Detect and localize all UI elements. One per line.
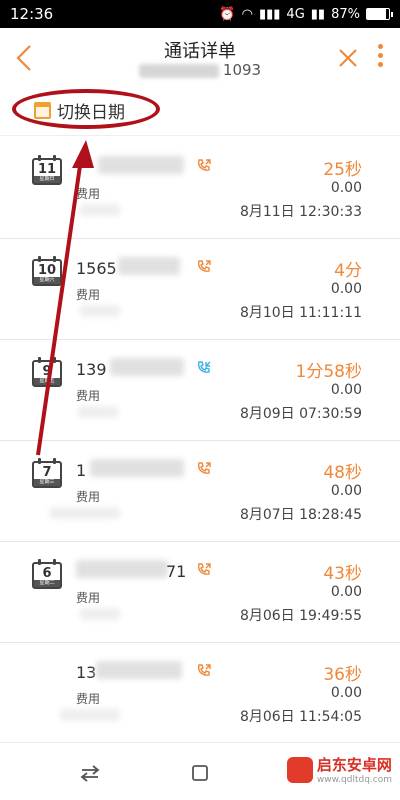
close-button[interactable] (336, 46, 360, 70)
call-number: 71 (166, 562, 187, 581)
call-time: 8月09日 07:30:59 (239, 406, 362, 422)
blurred-number (118, 257, 180, 275)
call-number: 1565 (76, 259, 117, 278)
blurred-number (98, 156, 184, 174)
watermark-url: www.qdltdq.com (316, 775, 392, 785)
call-row[interactable]: 9 星期五 139 费用 1分58秒 0.00 8月09日 07:30:59 (0, 340, 400, 441)
phone-outgoing-icon (197, 462, 211, 474)
call-duration: 4分 (334, 261, 362, 281)
blurred-location (50, 507, 120, 519)
call-row[interactable]: 7 星期三 1 费用 48秒 0.00 8月07日 18:28:45 (0, 441, 400, 542)
call-weekday: 星期日 (34, 176, 60, 183)
status-time: 12:36 (10, 5, 54, 23)
call-list: 11 星期日 费用 25秒 0.00 8月11日 12:30:33 10 星期六 1… (0, 138, 400, 744)
call-cost: 0.00 (330, 281, 362, 297)
battery-percent: 87% (331, 6, 360, 22)
phone-outgoing-icon (197, 260, 211, 272)
phone-outgoing-icon (197, 159, 211, 171)
call-number: 1 (76, 461, 87, 480)
blurred-number (90, 459, 184, 477)
watermark-title: 启东安卓网 (316, 756, 392, 774)
call-row[interactable]: 11 星期日 费用 25秒 0.00 8月11日 12:30:33 (0, 138, 400, 239)
calendar-icon: 11 星期日 (32, 155, 62, 185)
call-cost: 0.00 (330, 180, 362, 196)
alarm-icon: ⏰ (219, 6, 236, 22)
network-type: 4G (286, 6, 305, 22)
blurred-location (78, 406, 118, 418)
calendar-icon: 10 星期六 (32, 256, 62, 286)
call-time: 8月11日 12:30:33 (239, 204, 362, 220)
call-row[interactable]: 6 星期二 71 费用 43秒 0.00 8月06日 19:49:55 (0, 542, 400, 643)
calendar-icon: 7 星期三 (32, 458, 62, 488)
call-duration: 1分58秒 (295, 362, 362, 382)
call-time: 8月06日 11:54:05 (239, 709, 362, 725)
watermark-logo (286, 756, 313, 783)
blurred-location (80, 305, 120, 317)
fee-label: 费用 (76, 288, 101, 302)
blurred-phone-number (138, 63, 219, 78)
call-cost: 0.00 (330, 584, 362, 600)
call-time: 8月06日 19:49:55 (239, 608, 362, 624)
blurred-number (110, 358, 184, 376)
watermark: 启东安卓网 www.qdltdq.com (286, 754, 392, 785)
blurred-number (76, 560, 168, 578)
swap-arrows-icon (80, 765, 100, 782)
more-vertical-icon (377, 44, 383, 49)
phone-incoming-icon (197, 361, 211, 373)
nav-switch-button[interactable] (78, 761, 102, 785)
call-day: 6 (42, 566, 52, 581)
call-weekday: 星期五 (34, 378, 60, 385)
close-icon (339, 49, 357, 67)
call-weekday: 星期二 (34, 580, 60, 587)
blurred-location (80, 204, 120, 216)
blurred-location (60, 709, 120, 721)
call-weekday: 星期三 (34, 479, 60, 486)
calendar-icon: 6 星期二 (32, 559, 62, 589)
call-cost: 0.00 (330, 483, 362, 499)
call-number: 139 (76, 360, 107, 379)
call-row[interactable]: 10 星期六 1565 费用 4分 0.00 8月10日 11:11:11 (0, 239, 400, 340)
call-duration: 25秒 (323, 160, 362, 180)
highlight-annotation (12, 89, 160, 129)
call-number: 13 (76, 663, 97, 682)
call-day: 9 (42, 364, 52, 379)
fee-label: 费用 (76, 187, 101, 201)
call-cost: 0.00 (330, 382, 362, 398)
calendar-icon: 9 星期五 (32, 357, 62, 387)
status-bar: 12:36 ⏰ ◠ ▮▮▮ 4G ▮▮ 87% (0, 0, 400, 28)
battery-icon (366, 8, 393, 20)
blurred-number (96, 661, 182, 679)
wifi-icon: ◠ (241, 6, 253, 22)
blurred-location (80, 608, 120, 620)
call-duration: 36秒 (323, 665, 362, 685)
call-row[interactable]: 13 费用 36秒 0.00 8月06日 11:54:05 (0, 643, 400, 744)
call-weekday: 星期六 (34, 277, 60, 284)
call-duration: 43秒 (323, 564, 362, 584)
call-day: 11 (37, 162, 57, 177)
call-day: 7 (42, 465, 52, 480)
fee-label: 费用 (76, 692, 101, 706)
signal-icon-2: ▮▮ (310, 6, 326, 22)
fee-label: 费用 (76, 490, 101, 504)
fee-label: 费用 (76, 389, 101, 403)
more-button[interactable] (374, 44, 386, 72)
subtitle-text: 1093 (222, 61, 262, 79)
call-time: 8月10日 11:11:11 (239, 305, 362, 321)
call-duration: 48秒 (323, 463, 362, 483)
call-time: 8月07日 18:28:45 (239, 507, 362, 523)
status-icons: ⏰ ◠ ▮▮▮ 4G ▮▮ 87% (219, 6, 393, 22)
phone-outgoing-icon (197, 563, 211, 575)
signal-icon: ▮▮▮ (258, 6, 281, 22)
header: 通话详单 1093 (0, 28, 400, 88)
square-icon (192, 765, 208, 781)
nav-home-button[interactable] (188, 761, 212, 785)
call-cost: 0.00 (330, 685, 362, 701)
call-day: 10 (37, 263, 57, 278)
phone-outgoing-icon (197, 664, 211, 676)
fee-label: 费用 (76, 591, 101, 605)
